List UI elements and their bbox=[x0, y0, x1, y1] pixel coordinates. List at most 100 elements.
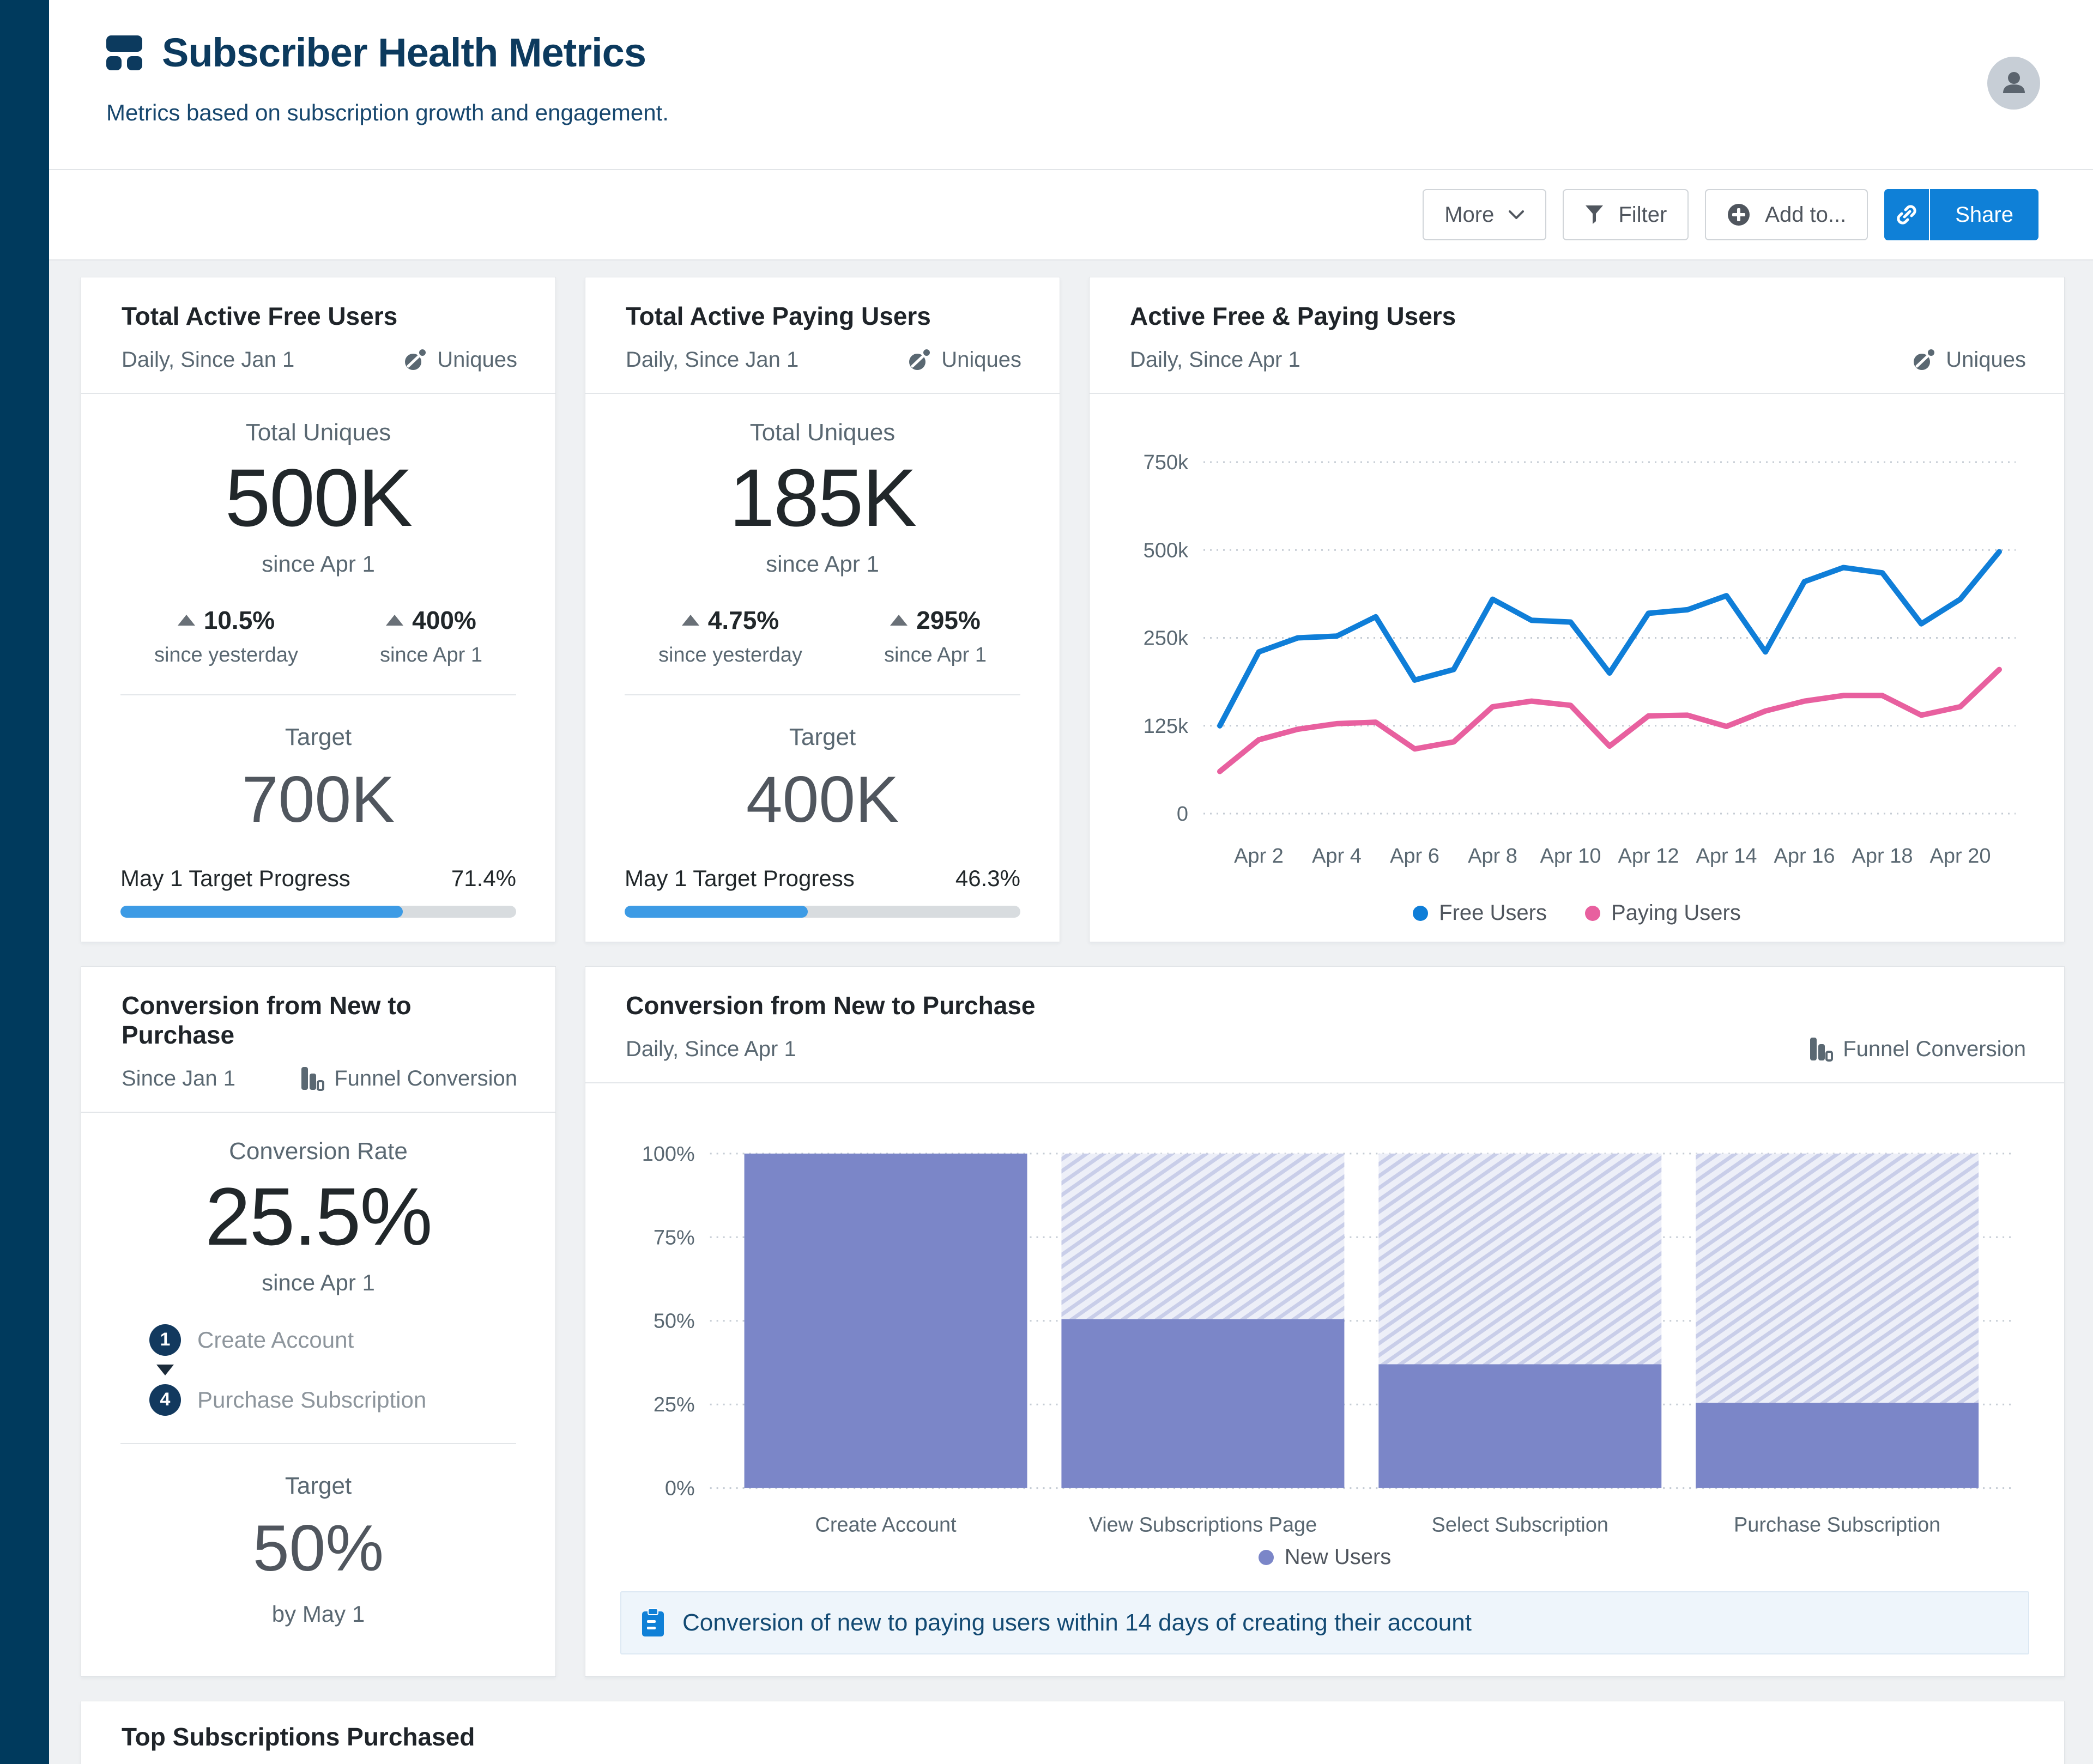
step-arrow-down-icon bbox=[156, 1364, 174, 1375]
stat-caption: since Apr 1 bbox=[884, 643, 987, 666]
share-button[interactable]: Share bbox=[1930, 189, 2038, 240]
card-title: Total Active Free Users bbox=[122, 302, 398, 330]
uniques-pin-icon bbox=[1914, 349, 1935, 370]
svg-text:Apr 4: Apr 4 bbox=[1312, 845, 1362, 868]
target-label: Target bbox=[789, 723, 856, 750]
svg-text:500k: 500k bbox=[1144, 539, 1189, 562]
metric-caption: since Apr 1 bbox=[766, 550, 879, 577]
metric-mode-label: Funnel Conversion bbox=[1843, 1036, 2026, 1061]
person-icon bbox=[2003, 71, 2025, 93]
legend-label: New Users bbox=[1284, 1545, 1392, 1569]
legend-item[interactable]: Free Users bbox=[1413, 901, 1547, 925]
dashboard-icon bbox=[106, 35, 142, 70]
metric-value: 25.5% bbox=[205, 1171, 432, 1262]
progress-bar-fill bbox=[120, 905, 403, 918]
metric-mode-label: Uniques bbox=[1946, 347, 2026, 372]
user-avatar[interactable] bbox=[1987, 57, 2040, 110]
progress-bar bbox=[625, 905, 1020, 918]
svg-text:View Subscriptions Page: View Subscriptions Page bbox=[1089, 1513, 1317, 1536]
legend-dot bbox=[1413, 905, 1429, 921]
share-button-label: Share bbox=[1955, 202, 2013, 227]
svg-text:Apr 20: Apr 20 bbox=[1930, 845, 1991, 868]
card-title: Top Subscriptions Purchased bbox=[122, 1723, 475, 1751]
target-value: 50% bbox=[252, 1511, 384, 1585]
metric-value: 500K bbox=[225, 452, 413, 543]
stat-value: 4.75% bbox=[707, 605, 779, 634]
legend-item[interactable]: Paying Users bbox=[1584, 901, 1741, 925]
card-subtitle: Daily, Since Jan 1 bbox=[122, 347, 295, 372]
metric-mode-label: Uniques bbox=[941, 347, 1021, 372]
card-active-free-paying-users-chart: Active Free & Paying Users Daily, Since … bbox=[1089, 277, 2065, 942]
svg-text:Apr 12: Apr 12 bbox=[1618, 845, 1679, 868]
svg-text:0: 0 bbox=[1177, 803, 1188, 826]
trend-up-icon bbox=[386, 614, 404, 626]
card-total-active-free-users: Total Active Free Users Daily, Since Jan… bbox=[81, 277, 556, 942]
card-subtitle: Since Jan 1 bbox=[122, 1066, 236, 1090]
metric-mode-label: Funnel Conversion bbox=[334, 1066, 517, 1090]
stat-since-apr1: 400% since Apr 1 bbox=[380, 605, 482, 667]
svg-text:Apr 8: Apr 8 bbox=[1468, 845, 1517, 868]
step-label: Create Account bbox=[197, 1326, 354, 1353]
funnel-steps: 1 Create Account 4 Purchase Subscription bbox=[149, 1324, 487, 1416]
conversion-funnel-bar-chart[interactable]: 100% 75% 50% 25% 0% Create Account View Subscr… bbox=[620, 1107, 2029, 1539]
metric-label: Total Uniques bbox=[245, 419, 391, 446]
filter-button[interactable]: Filter bbox=[1563, 189, 1689, 240]
add-to-button-label: Add to... bbox=[1765, 202, 1847, 227]
svg-text:0%: 0% bbox=[665, 1477, 695, 1500]
metric-label: Total Uniques bbox=[749, 419, 896, 446]
card-title: Total Active Paying Users bbox=[626, 302, 931, 330]
card-top-subscriptions: Top Subscriptions Purchased Daily, Apr-J… bbox=[81, 1701, 2065, 1764]
filter-button-label: Filter bbox=[1618, 202, 1667, 227]
svg-text:Apr 14: Apr 14 bbox=[1696, 845, 1757, 868]
card-total-active-paying-users: Total Active Paying Users Daily, Since J… bbox=[585, 277, 1060, 942]
copy-link-button[interactable] bbox=[1884, 189, 1931, 240]
uniques-pin-icon bbox=[405, 349, 426, 370]
stat-value: 10.5% bbox=[203, 605, 275, 634]
add-circle-icon bbox=[1728, 204, 1750, 226]
progress-label: May 1 Target Progress bbox=[625, 865, 855, 891]
legend-dot bbox=[1584, 905, 1600, 921]
left-rail bbox=[0, 0, 49, 1764]
step-label: Purchase Subscription bbox=[197, 1386, 427, 1413]
stat-value: 400% bbox=[412, 605, 476, 634]
card-subtitle: Daily, Since Apr 1 bbox=[626, 1036, 796, 1061]
svg-text:Create Account: Create Account bbox=[815, 1513, 957, 1536]
card-subtitle: Daily, Since Apr 1 bbox=[1130, 347, 1300, 372]
card-conversion-summary: Conversion from New to Purchase Since Ja… bbox=[81, 966, 556, 1677]
uniques-pin-icon bbox=[909, 349, 930, 370]
svg-text:Apr 2: Apr 2 bbox=[1234, 845, 1284, 868]
page-title: Subscriber Health Metrics bbox=[162, 30, 646, 75]
add-to-button[interactable]: Add to... bbox=[1705, 189, 1868, 240]
free-paying-users-line-chart[interactable]: 750k 500k 250k 125k 0 Apr 2 Apr 4 Apr 6 Apr 8 Apr… bbox=[1114, 416, 2040, 895]
svg-text:Apr 18: Apr 18 bbox=[1852, 845, 1913, 868]
progress-bar-fill bbox=[625, 905, 808, 918]
svg-text:100%: 100% bbox=[642, 1143, 695, 1166]
trend-up-icon bbox=[681, 614, 699, 626]
funnel-chart-legend: New Users bbox=[620, 1545, 2029, 1569]
metric-mode: Uniques bbox=[906, 347, 1021, 372]
step-badge: 1 bbox=[149, 1324, 181, 1356]
legend-item[interactable]: New Users bbox=[1258, 1545, 1392, 1569]
svg-text:50%: 50% bbox=[654, 1310, 695, 1333]
card-title: Conversion from New to Purchase bbox=[122, 991, 412, 1049]
target-caption: by May 1 bbox=[271, 1601, 365, 1627]
clipboard-icon bbox=[642, 1608, 664, 1637]
target-progress: May 1 Target Progress 46.3% bbox=[625, 865, 1020, 918]
svg-text:Purchase Subscription: Purchase Subscription bbox=[1734, 1513, 1940, 1536]
target-value: 700K bbox=[241, 762, 395, 836]
line-chart-legend: Free Users Paying Users bbox=[1114, 901, 2040, 942]
trend-up-icon bbox=[177, 614, 195, 626]
svg-text:75%: 75% bbox=[654, 1226, 695, 1249]
page-subtitle: Metrics based on subscription growth and… bbox=[106, 100, 669, 125]
progress-value: 71.4% bbox=[451, 865, 516, 891]
progress-bar bbox=[120, 905, 516, 918]
more-button[interactable]: More bbox=[1423, 189, 1547, 240]
filter-funnel-icon bbox=[1586, 205, 1604, 224]
metric-mode-label: Uniques bbox=[437, 347, 517, 372]
stat-caption: since yesterday bbox=[154, 643, 298, 666]
metric-caption: since Apr 1 bbox=[262, 1269, 375, 1295]
svg-text:125k: 125k bbox=[1144, 715, 1189, 738]
target-label: Target bbox=[285, 1472, 352, 1499]
legend-dot bbox=[1258, 1549, 1274, 1565]
stat-caption: since yesterday bbox=[658, 643, 802, 666]
